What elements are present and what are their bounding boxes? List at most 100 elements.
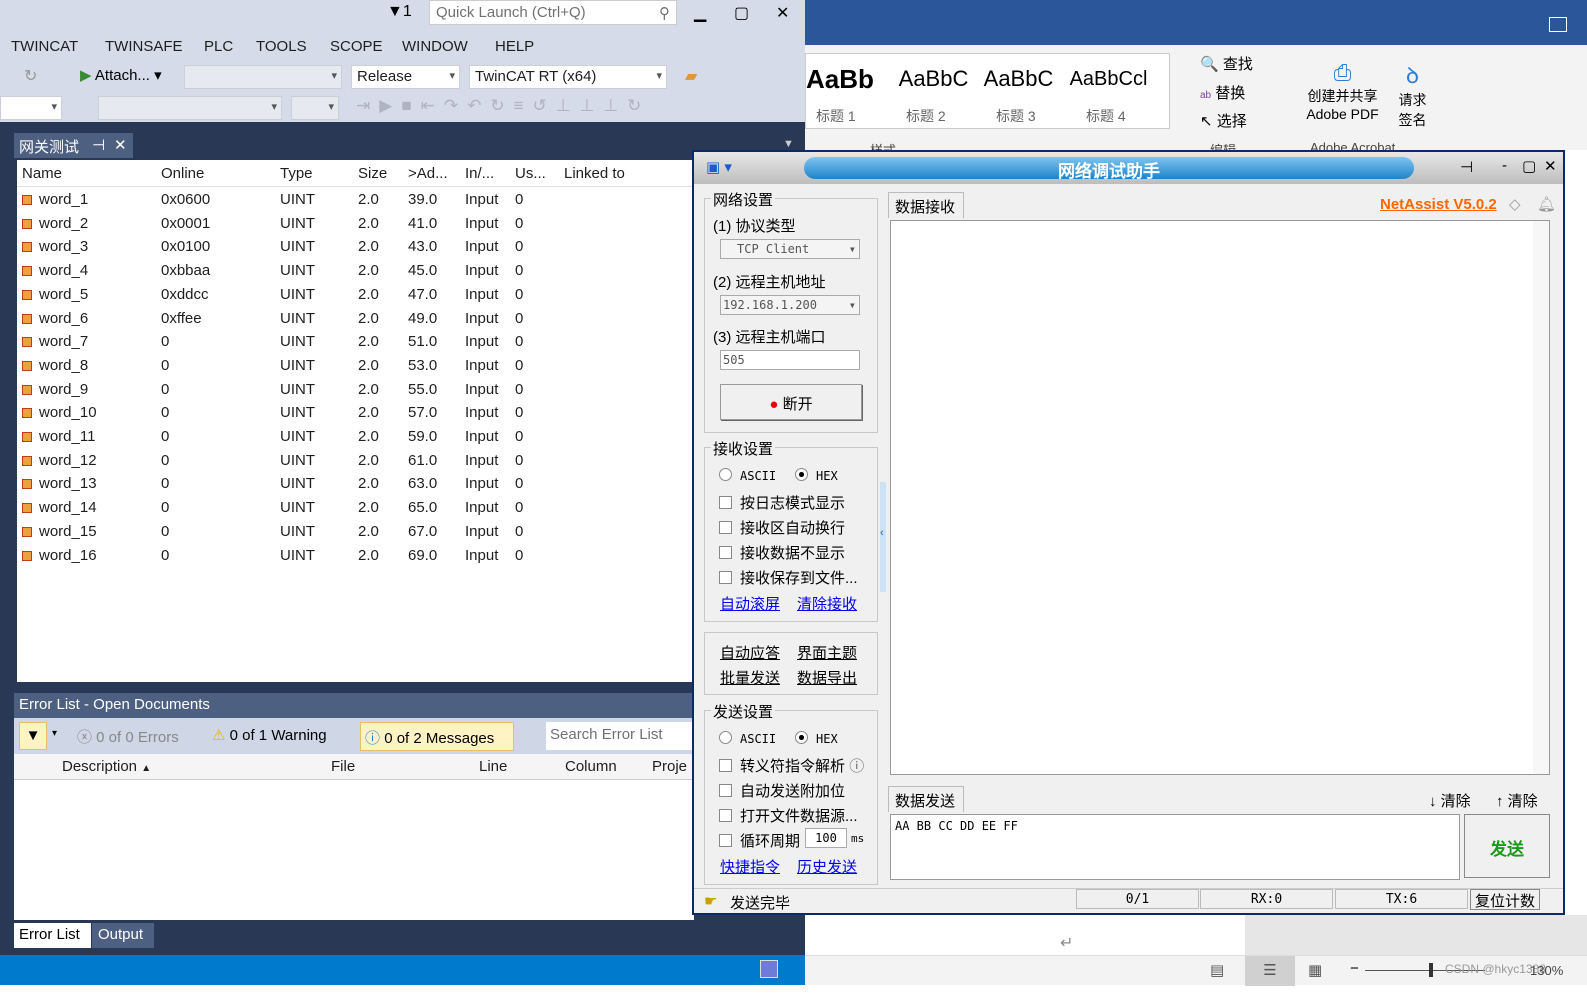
- table-row[interactable]: word_5 0xddcc UINT 2.0 47.0 Input 0: [17, 284, 692, 307]
- protocol-select[interactable]: TCP Client ▾: [720, 239, 860, 259]
- maximize-button[interactable]: ▢: [734, 3, 749, 23]
- web-layout-icon[interactable]: ▦: [1308, 961, 1322, 979]
- folder-search-icon[interactable]: ▰: [685, 66, 697, 86]
- column-file[interactable]: File: [331, 758, 355, 775]
- close-button[interactable]: ✕: [1544, 157, 1557, 175]
- print-layout-icon[interactable]: ☰: [1245, 956, 1295, 986]
- request-sign-button[interactable]: ꝺ 请求 签名: [1390, 60, 1435, 130]
- recv-auto-wrap-checkbox[interactable]: 接收区自动换行: [719, 517, 845, 538]
- clear-receive-link[interactable]: 清除接收: [797, 593, 857, 614]
- clear-send-button[interactable]: ↓ 清除: [1429, 790, 1471, 811]
- recv-ascii-radio[interactable]: ASCII: [719, 468, 776, 483]
- toolbar-combo[interactable]: [0, 96, 62, 120]
- minimize-button[interactable]: ▁: [694, 3, 706, 23]
- target-combo[interactable]: [184, 65, 342, 89]
- column-header-online[interactable]: Online: [161, 165, 204, 182]
- column-column[interactable]: Column: [565, 758, 617, 775]
- recv-hex-radio[interactable]: HEX: [795, 468, 838, 483]
- comment-icon[interactable]: [1549, 17, 1567, 32]
- redo-icon[interactable]: ↻: [24, 66, 37, 86]
- cycle-period-checkbox[interactable]: 循环周期: [719, 830, 800, 851]
- menu-help[interactable]: HELP: [495, 38, 534, 55]
- table-row[interactable]: word_3 0x0100 UINT 2.0 43.0 Input 0: [17, 236, 692, 259]
- recv-log-mode-checkbox[interactable]: 按日志模式显示: [719, 492, 845, 513]
- close-button[interactable]: ✕: [776, 3, 789, 23]
- zoom-level[interactable]: 130%: [1530, 963, 1563, 978]
- menu-scope[interactable]: SCOPE: [330, 38, 383, 55]
- table-row[interactable]: word_6 0xffee UINT 2.0 49.0 Input 0: [17, 308, 692, 331]
- file-source-checkbox[interactable]: 打开文件数据源...: [719, 805, 858, 826]
- period-input[interactable]: 100: [805, 828, 847, 848]
- platform-combo[interactable]: TwinCAT RT (x64): [469, 65, 667, 89]
- column-header-inout[interactable]: In/...: [465, 165, 494, 182]
- select-button[interactable]: ↖ 选择: [1200, 110, 1247, 131]
- minimize-button[interactable]: -: [1502, 157, 1507, 174]
- tab-gateway-test[interactable]: 网关测试 ⊣ ✕: [14, 133, 133, 158]
- diamond-icon[interactable]: ◇: [1509, 195, 1521, 213]
- auto-reply-link[interactable]: 自动应答: [720, 642, 780, 663]
- pin-icon[interactable]: ⊣: [92, 136, 105, 154]
- table-row[interactable]: word_11 0 UINT 2.0 59.0 Input 0: [17, 426, 692, 449]
- tab-data-receive[interactable]: 数据接收: [888, 192, 964, 218]
- column-header-name[interactable]: Name: [22, 165, 62, 182]
- escape-parse-checkbox[interactable]: 转义符指令解析 ⓘ: [719, 755, 864, 776]
- column-header-address[interactable]: >Ad...: [408, 165, 448, 182]
- tab-data-send[interactable]: 数据发送: [888, 786, 964, 812]
- port-input[interactable]: 505: [720, 350, 860, 370]
- toolbar-combo-3[interactable]: [291, 96, 339, 120]
- table-row[interactable]: word_8 0 UINT 2.0 53.0 Input 0: [17, 355, 692, 378]
- send-ascii-radio[interactable]: ASCII: [719, 731, 776, 746]
- notification-filter-icon[interactable]: ▼1: [387, 3, 412, 21]
- plc-toolbar-icons[interactable]: ⇥▶■⇤↷↶↻≡↺⊥⊥⊥↻: [356, 96, 650, 116]
- tab-output[interactable]: Output: [92, 923, 154, 948]
- table-row[interactable]: word_4 0xbbaa UINT 2.0 45.0 Input 0: [17, 260, 692, 283]
- clear-receive-button[interactable]: ↑ 清除: [1496, 790, 1538, 811]
- column-header-size[interactable]: Size: [358, 165, 387, 182]
- quick-launch-input[interactable]: Quick Launch (Ctrl+Q) ⚲: [429, 0, 677, 25]
- messages-filter[interactable]: ⓘ 0 of 2 Messages: [360, 722, 514, 751]
- toolbar-combo-2[interactable]: [98, 96, 282, 120]
- menu-twinsafe[interactable]: TWINSAFE: [105, 38, 183, 55]
- column-header-user[interactable]: Us...: [515, 165, 546, 182]
- tab-close-icon[interactable]: ✕: [114, 136, 127, 154]
- menu-tools[interactable]: TOOLS: [256, 38, 307, 55]
- recv-hide-data-checkbox[interactable]: 接收数据不显示: [719, 542, 845, 563]
- zoom-out-button[interactable]: −: [1350, 960, 1359, 977]
- style-preview[interactable]: AaBb: [806, 64, 891, 95]
- table-row[interactable]: word_7 0 UINT 2.0 51.0 Input 0: [17, 331, 692, 354]
- recv-save-file-checkbox[interactable]: 接收保存到文件...: [719, 567, 858, 588]
- attach-button[interactable]: ▶ Attach... ▾: [80, 66, 162, 84]
- table-row[interactable]: word_13 0 UINT 2.0 63.0 Input 0: [17, 473, 692, 496]
- configuration-combo[interactable]: Release: [351, 65, 460, 89]
- bell-icon[interactable]: 🔔︎: [1537, 195, 1556, 213]
- receive-scrollbar[interactable]: [1533, 221, 1549, 774]
- table-row[interactable]: word_15 0 UINT 2.0 67.0 Input 0: [17, 521, 692, 544]
- info-icon[interactable]: ⓘ: [849, 758, 864, 775]
- column-description[interactable]: Description ▲: [62, 758, 151, 775]
- send-textarea[interactable]: AA BB CC DD EE FF: [890, 814, 1460, 880]
- create-pdf-button[interactable]: ⎙ 创建并共享 Adobe PDF: [1300, 60, 1385, 122]
- tab-error-list[interactable]: Error List: [14, 923, 91, 948]
- style-preview[interactable]: AaBbC: [976, 66, 1061, 92]
- table-row[interactable]: word_2 0x0001 UINT 2.0 41.0 Input 0: [17, 213, 692, 236]
- table-row[interactable]: word_9 0 UINT 2.0 55.0 Input 0: [17, 379, 692, 402]
- pin-icon[interactable]: ⊣: [1460, 158, 1473, 176]
- column-line[interactable]: Line: [479, 758, 507, 775]
- menu-window[interactable]: WINDOW: [402, 38, 468, 55]
- style-preview[interactable]: AaBbC: [891, 66, 976, 92]
- send-history-link[interactable]: 历史发送: [797, 856, 857, 877]
- menu-plc[interactable]: PLC: [204, 38, 233, 55]
- quick-commands-link[interactable]: 快捷指令: [720, 856, 780, 877]
- version-link[interactable]: NetAssist V5.0.2: [1380, 196, 1497, 213]
- tab-dropdown-icon[interactable]: ▼: [783, 138, 794, 150]
- zoom-slider-thumb[interactable]: [1429, 963, 1433, 977]
- column-header-type[interactable]: Type: [280, 165, 313, 182]
- search-error-list-input[interactable]: Search Error List: [546, 722, 694, 750]
- table-row[interactable]: word_16 0 UINT 2.0 69.0 Input 0: [17, 545, 692, 568]
- reset-count-button[interactable]: 复位计数: [1470, 889, 1540, 910]
- read-mode-icon[interactable]: ▤: [1210, 961, 1224, 979]
- table-row[interactable]: word_12 0 UINT 2.0 61.0 Input 0: [17, 450, 692, 473]
- menu-twincat[interactable]: TWINCAT: [11, 38, 78, 55]
- column-header-linked[interactable]: Linked to: [564, 165, 625, 182]
- filter-dropdown-icon[interactable]: ▾: [52, 728, 57, 739]
